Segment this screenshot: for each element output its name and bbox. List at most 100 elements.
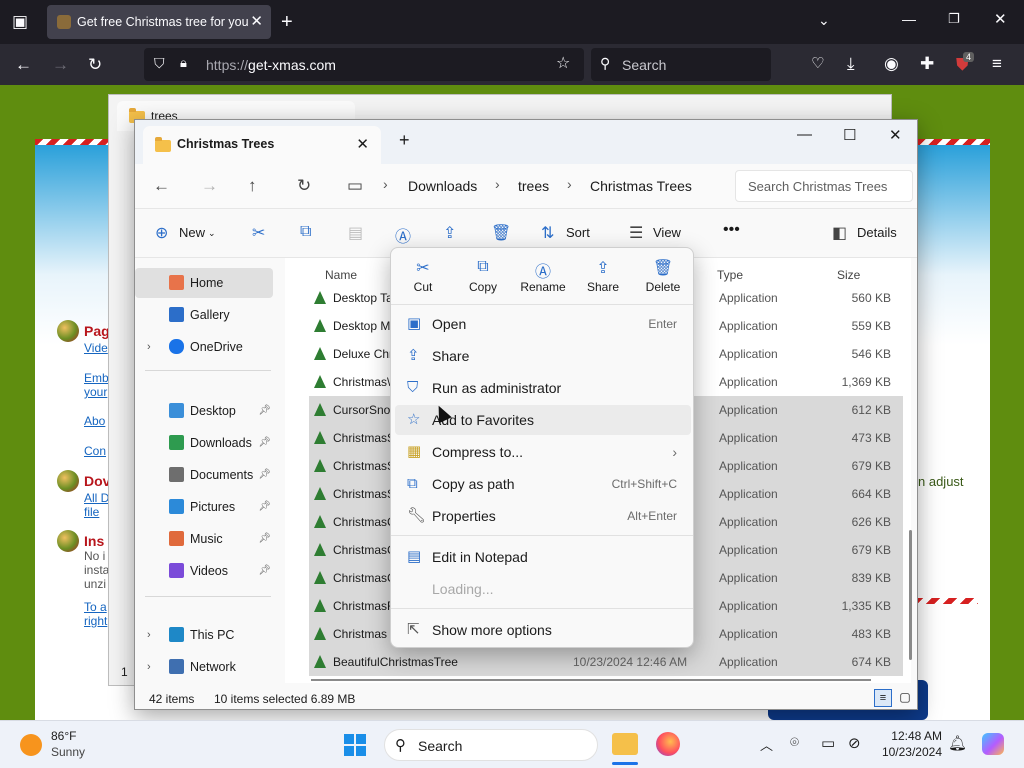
menu-item-run-as-administrator[interactable]: ⛉ Run as administrator <box>395 373 691 403</box>
shield-icon[interactable]: ⛉ <box>154 56 165 70</box>
close-tab-icon[interactable]: ✕ <box>356 135 369 153</box>
nav-item-pictures[interactable]: Pictures 📌︎ <box>135 492 273 522</box>
details-button[interactable]: Details <box>857 225 897 240</box>
site-link[interactable]: To a <box>84 600 107 614</box>
new-tab-button[interactable]: + <box>281 12 293 32</box>
nav-item-network[interactable]: › Network <box>135 652 273 682</box>
nav-item-videos[interactable]: Videos 📌︎ <box>135 556 273 586</box>
forward-icon[interactable]: → <box>201 176 218 196</box>
paste-icon[interactable]: ▤ <box>348 223 363 243</box>
horizontal-scrollbar[interactable] <box>311 679 871 681</box>
view-icon[interactable]: ☰ <box>629 223 643 243</box>
refresh-icon[interactable]: ↻ <box>297 176 311 196</box>
forward-icon[interactable]: → <box>52 56 69 73</box>
cut-button[interactable]: ✂ Cut <box>393 258 453 294</box>
display-icon[interactable]: ▭ <box>821 734 835 752</box>
nav-item-downloads[interactable]: Downloads 📌︎ <box>135 428 273 458</box>
weather-temperature[interactable]: 86°F <box>51 729 76 743</box>
back-icon[interactable]: ← <box>153 176 170 196</box>
nav-item-music[interactable]: Music 📌︎ <box>135 524 273 554</box>
clock[interactable]: 12:48 AM 10/23/2024 <box>868 728 942 760</box>
site-link[interactable]: Vide <box>84 341 108 355</box>
menu-item-share[interactable]: ⇪ Share <box>395 341 691 371</box>
tiles-view-icon[interactable]: ▢ <box>896 689 914 707</box>
nav-item-documents[interactable]: Documents 📌︎ <box>135 460 273 490</box>
explorer-search-box[interactable]: Search Christmas Trees <box>735 170 913 202</box>
volume-icon[interactable]: ⊘ <box>848 734 861 752</box>
new-plus-icon[interactable]: ⊕ <box>155 223 168 243</box>
site-link[interactable]: your <box>84 385 107 399</box>
rename-icon[interactable]: Ⓐ <box>395 223 411 247</box>
nav-item-home[interactable]: Home <box>135 268 273 298</box>
copilot-icon[interactable] <box>982 733 1004 755</box>
site-link[interactable]: All D <box>84 491 109 505</box>
tab-overview-icon[interactable]: ▣ <box>12 13 28 30</box>
pocket-icon[interactable]: ♡ <box>811 56 824 71</box>
nav-item-gallery[interactable]: Gallery <box>135 300 273 330</box>
site-link[interactable]: right <box>84 614 107 628</box>
copy-button[interactable]: ⧉ Copy <box>453 258 513 294</box>
site-link[interactable]: Abo <box>84 414 105 428</box>
nav-item-desktop[interactable]: Desktop 📌︎ <box>135 396 273 426</box>
copy-icon[interactable]: ⧉ <box>300 223 311 241</box>
breadcrumb-christmas-trees[interactable]: Christmas Trees <box>590 178 692 194</box>
taskbar-search-box[interactable]: ⚲ Search <box>384 729 598 761</box>
breadcrumb-downloads[interactable]: Downloads <box>408 178 477 194</box>
delete-icon[interactable]: 🗑︎ <box>491 223 511 243</box>
url-bar[interactable]: ⛉ 🔒︎ https://get-xmas.com ☆ <box>144 48 584 81</box>
chevron-up-icon[interactable]: ︿ <box>760 735 773 754</box>
notification-bell-icon[interactable]: 🔔︎ <box>948 734 967 752</box>
menu-item-copy-as-path[interactable]: ⧉ Copy as path Ctrl+Shift+C <box>395 469 691 499</box>
view-button[interactable]: View <box>653 225 681 240</box>
start-button[interactable] <box>344 734 366 756</box>
menu-icon[interactable]: ≡ <box>992 55 1002 72</box>
up-icon[interactable]: ↑ <box>248 176 257 196</box>
sort-button[interactable]: Sort <box>566 225 590 240</box>
browser-tab[interactable]: Get free Christmas tree for you ✕ <box>47 5 271 39</box>
column-header-name[interactable]: Name <box>325 268 357 282</box>
sort-icon[interactable]: ⇅ <box>541 223 554 243</box>
chevron-right-icon[interactable]: › <box>147 652 151 682</box>
chevron-right-icon[interactable]: › <box>147 620 151 650</box>
delete-button[interactable]: 🗑︎ Delete <box>633 258 693 294</box>
new-tab-button[interactable]: + <box>399 130 410 151</box>
column-header-size[interactable]: Size <box>837 268 860 282</box>
downloads-icon[interactable]: ⤓ <box>847 55 855 72</box>
table-row[interactable]: BeautifulChristmasTree 10/23/2024 12:46 A… <box>309 648 903 676</box>
bookmark-star-icon[interactable]: ☆ <box>556 56 570 72</box>
this-pc-icon[interactable]: ▭ <box>347 176 363 196</box>
details-view-icon[interactable]: ≡ <box>874 689 892 707</box>
nav-item-onedrive[interactable]: › OneDrive <box>135 332 273 362</box>
file-explorer-taskbar-icon[interactable] <box>612 733 638 755</box>
rename-button[interactable]: Ⓐ Rename <box>513 258 573 294</box>
share-button[interactable]: ⇪ Share <box>573 258 633 294</box>
menu-item-edit-in-notepad[interactable]: ▤ Edit in Notepad <box>395 542 691 572</box>
breadcrumb-trees[interactable]: trees <box>518 178 549 194</box>
back-icon[interactable]: ← <box>15 56 32 73</box>
menu-item-properties[interactable]: 🔧︎ Properties Alt+Enter <box>395 501 691 531</box>
maximize-button[interactable]: ☐ <box>843 126 856 144</box>
cut-icon[interactable]: ✂ <box>252 223 265 243</box>
new-button[interactable]: New <box>179 225 205 240</box>
site-link[interactable]: Emb <box>84 371 109 385</box>
details-pane-icon[interactable]: ◧ <box>832 223 847 243</box>
browser-search-box[interactable]: ⚲ Search <box>591 48 771 81</box>
weather-sun-icon[interactable] <box>20 734 42 756</box>
network-icon[interactable]: ⌾ <box>790 734 799 751</box>
lock-icon[interactable]: 🔒︎ <box>180 56 187 69</box>
menu-item-open[interactable]: ▣ Open Enter <box>395 309 691 339</box>
reload-icon[interactable]: ↻ <box>88 56 102 73</box>
extensions-icon[interactable]: ✚ <box>920 55 934 72</box>
more-options-icon[interactable]: ••• <box>723 221 740 239</box>
chevron-right-icon[interactable]: › <box>147 332 151 362</box>
close-window-button[interactable]: ✕ <box>889 126 902 144</box>
close-tab-icon[interactable]: ✕ <box>250 5 263 39</box>
close-browser-button[interactable]: ✕ <box>994 12 1007 27</box>
account-icon[interactable]: ◉ <box>884 55 899 72</box>
weather-condition[interactable]: Sunny <box>51 745 85 759</box>
site-link[interactable]: file <box>84 505 99 519</box>
nav-item-this-pc[interactable]: › This PC <box>135 620 273 650</box>
minimize-browser-button[interactable]: — <box>902 12 916 26</box>
column-header-type[interactable]: Type <box>717 268 743 282</box>
menu-item-show-more-options[interactable]: ⇱ Show more options <box>395 615 691 645</box>
